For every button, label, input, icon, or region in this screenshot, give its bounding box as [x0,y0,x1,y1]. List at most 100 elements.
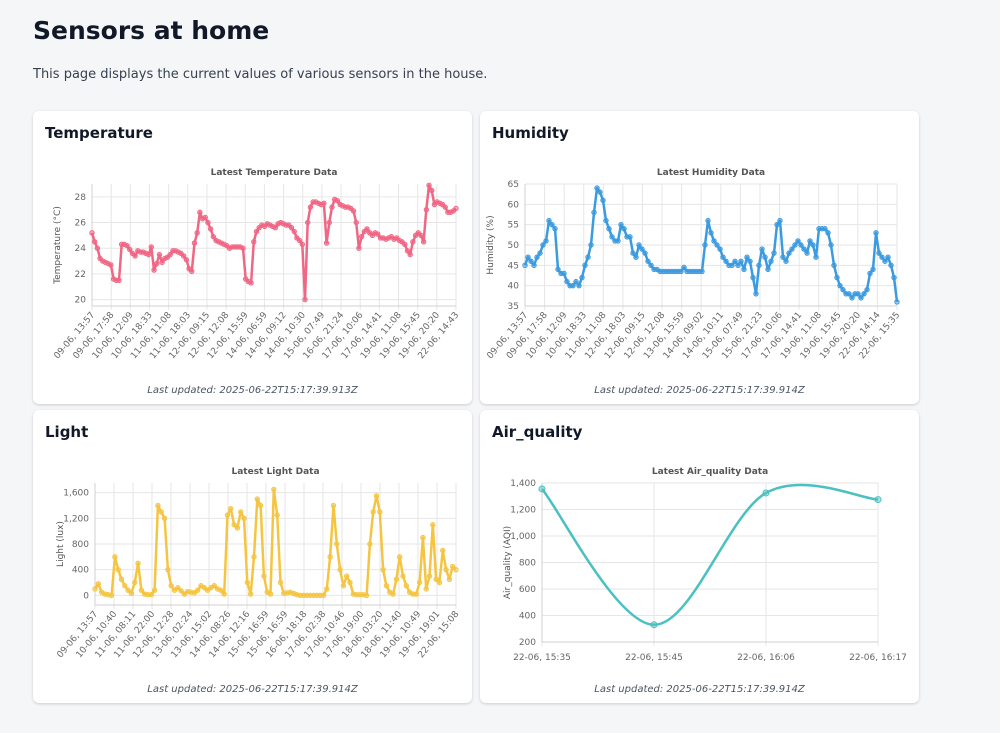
data-point [765,266,771,273]
data-point [291,228,297,235]
data-point [423,586,429,592]
data-point [138,587,145,593]
data-point [132,579,138,586]
data-point [582,262,588,269]
data-point [430,522,436,528]
last-updated: Last updated: 2025-06-22T15:17:39.914Z [594,385,805,396]
data-point [205,219,211,226]
data-point [367,541,373,547]
y-tick-label: 1,600 [63,489,89,499]
data-point [383,583,390,589]
data-point [591,209,597,216]
data-point [585,254,591,260]
x-tick-label: 22-06, 16:06 [737,653,795,663]
data-point [543,238,549,244]
data-point [165,566,171,573]
data-point [244,579,251,586]
data-point [618,221,624,228]
data-point [358,233,365,240]
data-point [91,239,98,245]
chart-title: Latest Humidity Data [657,168,765,178]
data-point [254,496,260,502]
data-point [633,254,639,260]
data-point [891,274,897,281]
data-point [876,250,882,256]
data-point [540,242,546,248]
x-tick-label: 22-06, 15:45 [625,653,683,663]
series-line [93,488,457,597]
data-point [307,204,314,210]
data-point [323,240,330,246]
data-point [218,587,224,593]
y-tick-label: 1,000 [510,532,536,542]
y-tick-label: 28 [75,193,87,203]
data-point [774,221,780,228]
data-point [870,266,876,273]
data-point [867,270,873,277]
data-point [531,262,537,269]
data-point [344,573,350,579]
data-point [407,251,413,258]
data-point [570,282,576,289]
data-point [347,579,353,586]
last-updated: Last updated: 2025-06-22T15:17:39.914Z [147,684,358,695]
data-point [828,242,834,248]
data-point [699,268,705,275]
data-point [711,238,717,244]
y-tick-label: 600 [519,585,536,595]
data-point [840,287,846,293]
data-point [334,541,340,547]
data-point [320,592,327,599]
light-chart: Latest Light Data Light (lux) 0 400 800 1,200… [55,467,461,660]
data-point [148,592,155,598]
data-point [92,586,98,592]
data-point [418,232,424,239]
data-point [642,250,648,256]
data-point [324,586,330,592]
data-point [729,262,735,269]
data-point [373,493,380,499]
data-point [277,579,284,586]
data-point [108,592,115,599]
data-point [420,534,426,541]
data-point [302,296,308,303]
data-point [795,238,801,244]
humidity-card: Humidity Latest Humidity Data Humidity (%… [480,111,919,404]
data-point [396,554,403,560]
data-point [108,262,114,268]
data-point [274,512,280,518]
page-description: This page displays the current values of… [33,67,488,82]
data-point [329,204,335,210]
y-axis-label: Light (lux) [56,521,66,567]
data-point [426,573,433,579]
data-point [305,219,311,226]
data-point [423,206,430,213]
data-point [810,242,816,248]
data-point [831,262,837,269]
data-point [94,245,101,251]
data-point [720,254,726,260]
data-point [251,239,257,245]
data-point [402,241,408,248]
data-point [257,502,264,509]
data-point [393,576,400,583]
y-tick-label: 65 [508,180,519,190]
data-point [650,621,658,629]
data-point [780,254,786,260]
y-tick-label: 400 [519,612,536,622]
data-point [777,217,783,224]
data-point [261,573,267,579]
data-point [648,262,654,269]
data-point [151,267,157,273]
data-point [873,230,879,236]
chart-title: Latest Temperature Data [211,168,338,178]
data-point [546,217,552,224]
temperature-card: Temperature Latest Temperature Data Tempe… [33,111,472,404]
data-point [702,242,708,248]
data-point [579,274,585,281]
data-point [118,576,125,583]
y-tick-label: 0 [83,591,89,601]
data-point [576,282,582,289]
data-point [792,242,798,248]
data-point [732,258,738,264]
